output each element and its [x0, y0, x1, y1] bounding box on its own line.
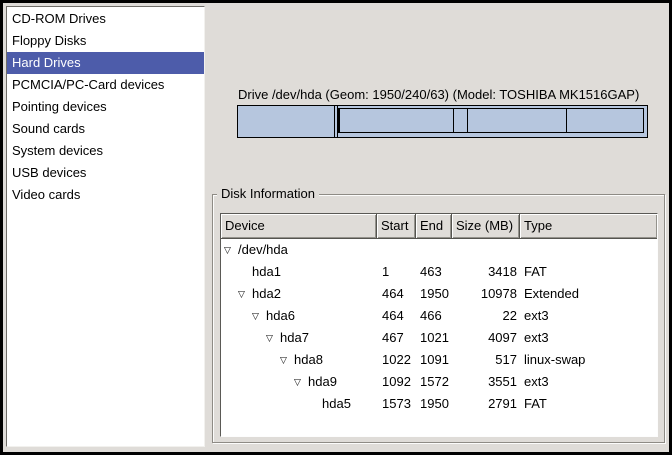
start-cell: 1	[377, 261, 416, 283]
device-label: hda6	[266, 305, 295, 327]
start-cell: 1573	[377, 393, 416, 415]
device-cell: ▽hda2	[221, 283, 377, 305]
device-label: hda2	[252, 283, 281, 305]
device-category-list[interactable]: CD-ROM DrivesFloppy DisksHard DrivesPCMC…	[6, 6, 205, 447]
partition-segment-hda7	[339, 108, 454, 133]
sidebar-item-pointing-devices[interactable]: Pointing devices	[7, 96, 204, 118]
table-row-hda8[interactable]: ▽hda810221091517linux-swap	[221, 349, 657, 371]
start-cell	[377, 239, 416, 261]
device-label: hda1	[252, 261, 281, 283]
device-label: hda7	[280, 327, 309, 349]
tree-indent	[221, 338, 266, 339]
start-cell: 1022	[377, 349, 416, 371]
end-cell: 1950	[416, 393, 452, 415]
end-cell: 1021	[416, 327, 452, 349]
type-cell: FAT	[520, 393, 657, 415]
disk-info-group: Disk Information DeviceStartEndSize (MB)…	[212, 194, 665, 443]
size-cell: 2791	[452, 393, 520, 415]
table-row-hda1[interactable]: hda1 14633418FAT	[221, 261, 657, 283]
column-header-end[interactable]: End	[416, 214, 452, 239]
start-cell: 1092	[377, 371, 416, 393]
column-header-start[interactable]: Start	[377, 214, 416, 239]
partition-segment-hda9	[467, 108, 567, 133]
sidebar-item-usb-devices[interactable]: USB devices	[7, 162, 204, 184]
partition-bar	[237, 105, 648, 138]
expander-icon[interactable]: ▽	[294, 371, 308, 393]
device-label: hda5	[322, 393, 351, 415]
partition-segment-hda8	[453, 108, 468, 133]
size-cell: 22	[452, 305, 520, 327]
tree-indent	[221, 272, 238, 273]
size-cell: 517	[452, 349, 520, 371]
table-header-row: DeviceStartEndSize (MB)Type	[221, 214, 657, 239]
sidebar-item-video-cards[interactable]: Video cards	[7, 184, 204, 206]
start-cell: 464	[377, 283, 416, 305]
device-cell: hda1	[221, 261, 377, 283]
device-cell: ▽/dev/hda	[221, 239, 377, 261]
device-label: hda9	[308, 371, 337, 393]
sidebar-item-pcmcia-pc-card-devices[interactable]: PCMCIA/PC-Card devices	[7, 74, 204, 96]
type-cell: ext3	[520, 371, 657, 393]
column-header-size-mb-[interactable]: Size (MB)	[452, 214, 520, 239]
end-cell: 1572	[416, 371, 452, 393]
tree-indent	[221, 316, 252, 317]
expander-icon[interactable]: ▽	[266, 327, 280, 349]
device-cell: hda5	[221, 393, 377, 415]
device-label: /dev/hda	[238, 239, 288, 261]
table-row-hda2[interactable]: ▽hda2464195010978Extended	[221, 283, 657, 305]
tree-indent	[221, 360, 280, 361]
sidebar-item-system-devices[interactable]: System devices	[7, 140, 204, 162]
tree-indent	[221, 294, 238, 295]
device-label: hda8	[294, 349, 323, 371]
end-cell: 1091	[416, 349, 452, 371]
table-body: ▽/dev/hdahda114633418FAT▽hda246419501097…	[221, 239, 657, 415]
size-cell: 4097	[452, 327, 520, 349]
expander-icon[interactable]: ▽	[280, 349, 294, 371]
type-cell: ext3	[520, 327, 657, 349]
partition-segment-hda5	[566, 108, 645, 133]
device-cell: ▽hda7	[221, 327, 377, 349]
expander-icon[interactable]: ▽	[238, 283, 252, 305]
device-cell: ▽hda9	[221, 371, 377, 393]
start-cell: 467	[377, 327, 416, 349]
type-cell: linux-swap	[520, 349, 657, 371]
end-cell: 466	[416, 305, 452, 327]
type-cell: FAT	[520, 261, 657, 283]
size-cell: 3418	[452, 261, 520, 283]
tree-indent	[221, 382, 294, 383]
table-row-hda7[interactable]: ▽hda746710214097ext3	[221, 327, 657, 349]
sidebar-item-cd-rom-drives[interactable]: CD-ROM Drives	[7, 8, 204, 30]
start-cell: 464	[377, 305, 416, 327]
type-cell	[520, 239, 657, 261]
end-cell	[416, 239, 452, 261]
device-cell: ▽hda6	[221, 305, 377, 327]
size-cell: 10978	[452, 283, 520, 305]
expander-icon[interactable]: ▽	[224, 239, 238, 261]
size-cell	[452, 239, 520, 261]
drive-title: Drive /dev/hda (Geom: 1950/240/63) (Mode…	[238, 87, 639, 102]
sidebar-item-floppy-disks[interactable]: Floppy Disks	[7, 30, 204, 52]
table-row--dev-hda[interactable]: ▽/dev/hda	[221, 239, 657, 261]
table-row-hda9[interactable]: ▽hda9109215723551ext3	[221, 371, 657, 393]
column-header-type[interactable]: Type	[520, 214, 657, 239]
expander-icon[interactable]: ▽	[252, 305, 266, 327]
end-cell: 463	[416, 261, 452, 283]
tree-indent	[221, 404, 308, 405]
disk-info-legend: Disk Information	[217, 186, 319, 201]
table-row-hda6[interactable]: ▽hda646446622ext3	[221, 305, 657, 327]
partition-table[interactable]: DeviceStartEndSize (MB)Type ▽/dev/hdahda…	[220, 213, 658, 437]
column-header-device[interactable]: Device	[221, 214, 377, 239]
device-cell: ▽hda8	[221, 349, 377, 371]
sidebar-item-hard-drives[interactable]: Hard Drives	[7, 52, 204, 74]
size-cell: 3551	[452, 371, 520, 393]
type-cell: Extended	[520, 283, 657, 305]
partition-segment-hda2	[337, 106, 647, 137]
hardware-browser-window: CD-ROM DrivesFloppy DisksHard DrivesPCMC…	[0, 0, 672, 455]
sidebar-item-sound-cards[interactable]: Sound cards	[7, 118, 204, 140]
end-cell: 1950	[416, 283, 452, 305]
partition-segment-hda1	[238, 106, 335, 137]
type-cell: ext3	[520, 305, 657, 327]
table-row-hda5[interactable]: hda5 157319502791FAT	[221, 393, 657, 415]
